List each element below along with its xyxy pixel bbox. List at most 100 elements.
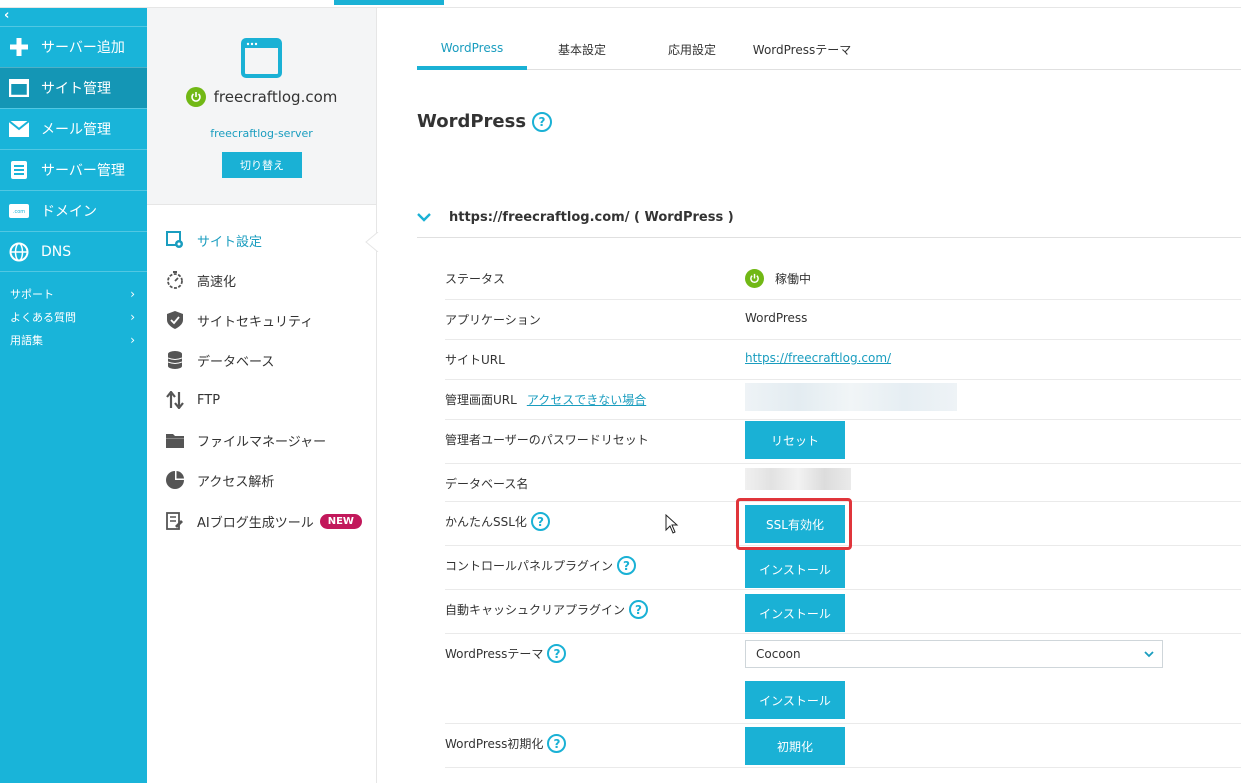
tab-wordpress[interactable]: WordPress bbox=[417, 38, 527, 70]
initialize-wordpress-button[interactable]: 初期化 bbox=[745, 727, 845, 765]
nav-item-label: サーバー管理 bbox=[41, 163, 125, 179]
row-label: WordPress初期化 bbox=[445, 737, 544, 751]
help-icon[interactable]: ? bbox=[629, 600, 649, 619]
row-password-reset: 管理者ユーザーのパスワードリセット リセット bbox=[445, 420, 1241, 464]
site-card: freecraftlog.com freecraftlog-server 切り替… bbox=[147, 8, 376, 205]
help-icon[interactable]: ? bbox=[532, 112, 552, 132]
nav-sub-label: よくある質問 bbox=[10, 310, 76, 324]
transfer-arrows-icon bbox=[165, 390, 185, 410]
row-label-wrap: 管理画面URL アクセスできない場合 bbox=[445, 391, 646, 408]
nav-item-mail-management[interactable]: メール管理 bbox=[0, 108, 147, 149]
nav-sub-support[interactable]: サポート › bbox=[0, 282, 147, 305]
row-db-name: データベース名 bbox=[445, 464, 1241, 502]
status-text: 稼働中 bbox=[775, 272, 812, 286]
nav-sub-label: 用語集 bbox=[10, 333, 43, 347]
nav-item-domain[interactable]: .com ドメイン bbox=[0, 190, 147, 231]
nav-item-site-management[interactable]: サイト管理 bbox=[0, 67, 147, 108]
menu-item-database[interactable]: データベース bbox=[165, 348, 274, 372]
menu-item-label: 高速化 bbox=[197, 274, 237, 290]
ai-doc-icon bbox=[165, 511, 185, 531]
help-icon[interactable]: ? bbox=[530, 512, 550, 531]
site-settings-icon bbox=[165, 230, 185, 250]
nav-sub-faq[interactable]: よくある質問 › bbox=[0, 305, 147, 328]
row-label-wrap: 自動キャッシュクリアプラグイン ? bbox=[445, 600, 649, 619]
cache-plugin-value: インストール bbox=[745, 594, 845, 632]
menu-item-label: データベース bbox=[197, 354, 275, 370]
row-wordpress-theme: WordPressテーマ ? Cocoon インストール bbox=[445, 634, 1241, 724]
collapse-nav-button[interactable]: ‹ bbox=[4, 8, 9, 23]
window-icon bbox=[9, 78, 29, 98]
help-icon[interactable]: ? bbox=[547, 644, 567, 663]
nav-sub-glossary[interactable]: 用語集 › bbox=[0, 328, 147, 351]
row-label: 管理者ユーザーのパスワードリセット bbox=[445, 433, 649, 447]
chevron-right-icon: › bbox=[130, 286, 135, 301]
settings-tabs: WordPress 基本設定 応用設定 WordPressテーマ bbox=[417, 38, 1241, 70]
install-theme-button[interactable]: インストール bbox=[745, 681, 845, 719]
site-window-icon bbox=[241, 38, 282, 78]
help-icon[interactable]: ? bbox=[547, 734, 567, 753]
pie-chart-icon bbox=[165, 470, 185, 490]
row-admin-url: 管理画面URL アクセスできない場合 bbox=[445, 380, 1241, 420]
site-url-link[interactable]: https://freecraftlog.com/ bbox=[745, 351, 891, 365]
section-title: https://freecraftlog.com/ ( WordPress ) bbox=[449, 210, 734, 225]
chevron-down-icon bbox=[417, 210, 449, 226]
row-label-wrap: コントロールパネルプラグイン ? bbox=[445, 556, 637, 575]
cannot-access-link[interactable]: アクセスできない場合 bbox=[527, 391, 646, 408]
nav-item-dns[interactable]: DNS bbox=[0, 231, 147, 272]
blurred-value bbox=[745, 468, 851, 490]
menu-item-label: サイトセキュリティ bbox=[197, 314, 314, 330]
menu-item-label: ファイルマネージャー bbox=[197, 434, 327, 450]
row-label-wrap: かんたんSSL化 ? bbox=[445, 512, 550, 531]
row-cache-plugin: 自動キャッシュクリアプラグイン ? インストール bbox=[445, 590, 1241, 634]
menu-item-site-security[interactable]: サイトセキュリティ bbox=[165, 308, 313, 332]
help-icon[interactable]: ? bbox=[617, 556, 637, 575]
mouse-cursor-icon bbox=[665, 514, 679, 534]
row-label: 管理画面URL bbox=[445, 393, 517, 407]
theme-select-value: Cocoon bbox=[756, 647, 801, 661]
section-header[interactable]: https://freecraftlog.com/ ( WordPress ) bbox=[417, 198, 1241, 238]
domain-icon: .com bbox=[9, 201, 29, 221]
menu-item-access-analysis[interactable]: アクセス解析 bbox=[165, 468, 274, 492]
application-value: WordPress bbox=[745, 311, 808, 325]
menu-item-ai-blog-tool[interactable]: AIブログ生成ツール NEW bbox=[165, 509, 362, 533]
row-label-wrap: WordPressテーマ ? bbox=[445, 644, 567, 663]
row-label: サイトURL bbox=[445, 353, 505, 367]
plus-icon bbox=[9, 37, 29, 57]
row-wordpress-reset: WordPress初期化 ? 初期化 bbox=[445, 724, 1241, 768]
tab-basic-settings[interactable]: 基本設定 bbox=[542, 38, 622, 70]
reset-password-button[interactable]: リセット bbox=[745, 421, 845, 459]
theme-select[interactable]: Cocoon bbox=[745, 640, 1163, 668]
password-reset-value: リセット bbox=[745, 421, 845, 459]
row-label: WordPressテーマ bbox=[445, 647, 544, 661]
menu-item-speedup[interactable]: 高速化 bbox=[165, 268, 236, 292]
nav-item-server-management[interactable]: サーバー管理 bbox=[0, 149, 147, 190]
row-label: ステータス bbox=[445, 272, 506, 286]
menu-item-label: アクセス解析 bbox=[197, 474, 275, 490]
chevron-right-icon: › bbox=[130, 332, 135, 347]
menu-item-file-manager[interactable]: ファイルマネージャー bbox=[165, 428, 326, 452]
tab-advanced-settings[interactable]: 応用設定 bbox=[652, 38, 732, 70]
menu-item-ftp[interactable]: FTP bbox=[165, 388, 220, 412]
row-status: ステータス 稼働中 bbox=[445, 258, 1241, 300]
row-label-wrap: WordPress初期化 ? bbox=[445, 734, 567, 753]
admin-url-value-blurred bbox=[745, 383, 957, 411]
switch-site-button[interactable]: 切り替え bbox=[222, 152, 302, 178]
install-control-panel-plugin-button[interactable]: インストール bbox=[745, 550, 845, 588]
site-panel: freecraftlog.com freecraftlog-server 切り替… bbox=[147, 8, 377, 783]
control-panel-plugin-value: インストール bbox=[745, 550, 845, 588]
shield-icon bbox=[165, 310, 185, 330]
row-label: かんたんSSL化 bbox=[445, 515, 527, 529]
nav-item-add-server[interactable]: サーバー追加 bbox=[0, 26, 147, 67]
ssl-highlight-box bbox=[736, 498, 852, 550]
blurred-value bbox=[745, 383, 957, 411]
menu-item-label: サイト設定 bbox=[197, 234, 263, 250]
menu-item-site-settings[interactable]: サイト設定 bbox=[165, 228, 262, 252]
site-domain: freecraftlog.com bbox=[213, 88, 338, 106]
nav-item-label: サーバー追加 bbox=[41, 40, 125, 56]
row-control-panel-plugin: コントロールパネルプラグイン ? インストール bbox=[445, 546, 1241, 590]
install-cache-plugin-button[interactable]: インストール bbox=[745, 594, 845, 632]
db-name-value-blurred bbox=[745, 468, 851, 490]
status-value: 稼働中 bbox=[745, 269, 811, 288]
row-site-url: サイトURL https://freecraftlog.com/ bbox=[445, 340, 1241, 380]
tab-wordpress-theme[interactable]: WordPressテーマ bbox=[747, 38, 857, 70]
